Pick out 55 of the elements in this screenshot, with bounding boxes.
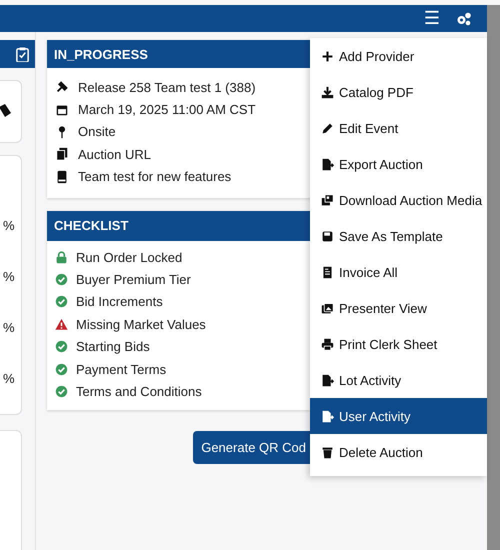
- checklist-item: Starting Bids: [76, 339, 150, 354]
- calendar-icon: [55, 102, 69, 117]
- file-export-icon: [321, 158, 334, 170]
- checklist-item: Run Order Locked: [76, 250, 182, 265]
- check-circle-icon: [55, 340, 68, 354]
- images-icon: [321, 194, 334, 206]
- menu-item[interactable]: Download Auction Media: [310, 182, 487, 218]
- images-icon: [321, 302, 334, 314]
- book-icon: [55, 170, 69, 184]
- menu-item[interactable]: Print Clerk Sheet: [310, 326, 487, 362]
- checklist-item: Missing Market Values: [76, 316, 206, 332]
- menu-item[interactable]: Catalog PDF: [310, 74, 487, 110]
- trash-icon: [321, 446, 334, 458]
- check-circle-icon: [55, 295, 68, 308]
- menu-item[interactable]: Export Auction: [310, 146, 487, 182]
- printer-icon: [321, 338, 334, 350]
- menu-item[interactable]: User Activity: [310, 398, 487, 434]
- percent-label: %: [3, 320, 16, 335]
- clipboard-icon: [15, 46, 30, 62]
- check-circle-icon: [55, 362, 68, 376]
- plus-icon: [321, 50, 334, 62]
- checklist-item: Terms and Conditions: [76, 384, 202, 399]
- checklist-item: Payment Terms: [76, 362, 166, 377]
- detail-text: March 19, 2025 11:00 AM CST: [78, 102, 256, 118]
- documents-icon: [55, 147, 69, 162]
- percent-label: %: [3, 269, 16, 284]
- menu-item[interactable]: Lot Activity: [310, 362, 487, 398]
- floppy-icon: [321, 230, 334, 242]
- pencil-icon: [321, 122, 334, 134]
- card-title: CHECKLIST: [47, 210, 310, 241]
- lock-icon: [55, 250, 68, 264]
- check-circle-icon: [55, 273, 68, 286]
- menu-item[interactable]: Save As Template: [310, 218, 487, 254]
- file-export-icon: [321, 374, 334, 386]
- file-export-icon: [321, 410, 334, 422]
- checklist-item: Buyer Premium Tier: [76, 272, 191, 288]
- menu-item[interactable]: Invoice All: [310, 254, 487, 290]
- detail-text: Auction URL: [78, 146, 151, 162]
- generate-qr-button[interactable]: Generate QR Cod: [193, 430, 310, 464]
- settings-icon: [456, 10, 472, 26]
- download-icon: [321, 86, 334, 98]
- detail-text: Release 258 Team test 1 (388): [78, 80, 256, 95]
- settings-button[interactable]: [456, 10, 472, 26]
- check-circle-icon: [55, 384, 68, 398]
- menu-item[interactable]: Edit Event: [310, 110, 487, 146]
- percent-label: %: [3, 218, 16, 233]
- detail-text: Onsite: [78, 124, 116, 140]
- percent-label: %: [3, 371, 16, 386]
- detail-text: Team test for new features: [78, 169, 232, 184]
- menu-item[interactable]: Presenter View: [310, 290, 487, 326]
- gavel-icon: [55, 80, 69, 94]
- menu-item[interactable]: Delete Auction: [310, 434, 487, 470]
- checklist-item: Bid Increments: [76, 294, 163, 310]
- warning-icon: [55, 318, 68, 331]
- invoice-icon: [321, 266, 334, 278]
